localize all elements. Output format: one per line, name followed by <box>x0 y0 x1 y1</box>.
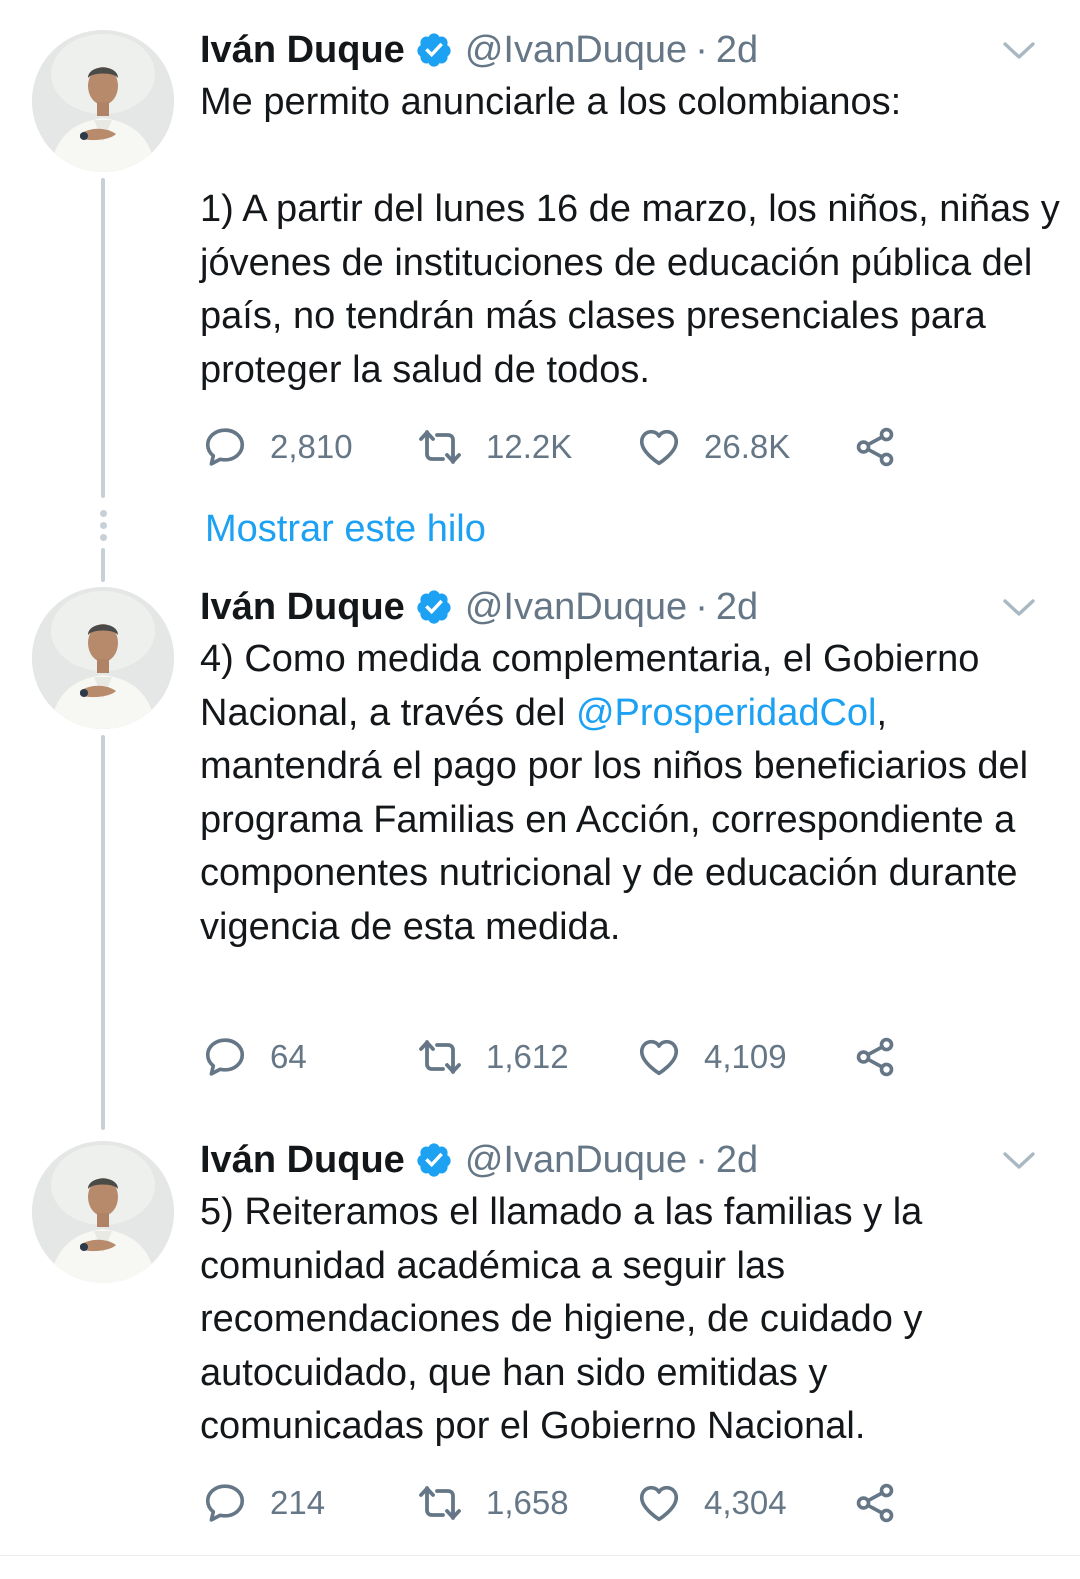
retweet-count: 1,612 <box>486 1038 569 1075</box>
reply-button[interactable]: 214 <box>202 1478 325 1528</box>
reply-button[interactable]: 2,810 <box>202 422 353 472</box>
avatar[interactable] <box>32 1141 174 1283</box>
heart-icon <box>636 1034 682 1080</box>
retweet-count: 12.2K <box>486 428 573 465</box>
chevron-down-icon[interactable] <box>1002 40 1036 62</box>
reply-button[interactable]: 64 <box>202 1032 307 1082</box>
share-icon <box>852 1480 898 1526</box>
author-handle[interactable]: @IvanDuque <box>465 26 687 74</box>
like-button[interactable]: 26.8K <box>636 422 790 472</box>
tweet-text-line: Me permito anunciarle a los colombianos: <box>200 81 902 123</box>
retweet-button[interactable]: 1,658 <box>416 1478 569 1528</box>
retweet-button[interactable]: 12.2K <box>416 422 572 472</box>
tweet-text-line: 1) A partir del lunes 16 de marzo, los n… <box>200 188 1060 391</box>
profile-photo <box>32 587 174 729</box>
share-button[interactable] <box>852 1032 898 1082</box>
author-name[interactable]: Iván Duque <box>200 26 405 74</box>
thread-gap-dots <box>99 510 107 542</box>
retweet-count: 1,658 <box>486 1484 569 1521</box>
reply-count: 214 <box>270 1484 326 1521</box>
tweet-actions: 64 1,612 4,109 <box>200 1032 920 1082</box>
tweet-text: 5) Reiteramos el llamado a las familias … <box>200 1186 1060 1454</box>
like-button[interactable]: 4,109 <box>636 1032 787 1082</box>
separator-dot: · <box>695 29 708 71</box>
show-thread-link[interactable]: Mostrar este hilo <box>205 505 486 553</box>
tweet-actions: 2,810 12.2K 26.8K <box>200 422 920 472</box>
retweet-button[interactable]: 1,612 <box>416 1032 569 1082</box>
separator-dot: · <box>695 1139 708 1181</box>
tweet-timestamp[interactable]: 2d <box>716 583 758 631</box>
avatar[interactable] <box>32 30 174 172</box>
profile-photo <box>32 30 174 172</box>
tweet-text: 4) Como medida complementaria, el Gobier… <box>200 633 1060 954</box>
author-name[interactable]: Iván Duque <box>200 583 405 631</box>
verified-badge-icon <box>415 31 453 69</box>
tweet-timestamp[interactable]: 2d <box>716 1136 758 1184</box>
chevron-down-icon[interactable] <box>1002 1150 1036 1172</box>
reply-icon <box>202 1480 248 1526</box>
separator-dot: · <box>695 586 708 628</box>
like-count: 4,109 <box>704 1038 787 1075</box>
retweet-icon <box>416 1479 464 1527</box>
tweet-actions: 214 1,658 4,304 <box>200 1478 920 1528</box>
verified-badge-icon <box>415 588 453 626</box>
tweet-text: Me permito anunciarle a los colombianos:… <box>200 76 1060 397</box>
heart-icon <box>636 424 682 470</box>
heart-icon <box>636 1480 682 1526</box>
author-handle[interactable]: @IvanDuque <box>465 583 687 631</box>
retweet-icon <box>416 1033 464 1081</box>
thread-connector-line <box>101 735 105 1130</box>
reply-icon <box>202 424 248 470</box>
tweet-header: Iván Duque @IvanDuque · 2d <box>200 583 758 631</box>
verified-badge-icon <box>415 1141 453 1179</box>
tweet-header: Iván Duque @IvanDuque · 2d <box>200 26 758 74</box>
share-icon <box>852 1034 898 1080</box>
mention-link[interactable]: @ProsperidadCol <box>576 692 877 734</box>
retweet-icon <box>416 423 464 471</box>
share-button[interactable] <box>852 1478 898 1528</box>
like-count: 26.8K <box>704 428 791 465</box>
tweet-text-paragraph: 5) Reiteramos el llamado a las familias … <box>200 1191 923 1447</box>
share-button[interactable] <box>852 422 898 472</box>
tweet-text-paragraph: 4) Como medida complementaria, el Gobier… <box>200 633 1060 954</box>
like-count: 4,304 <box>704 1484 787 1521</box>
author-name[interactable]: Iván Duque <box>200 1136 405 1184</box>
reply-icon <box>202 1034 248 1080</box>
author-handle[interactable]: @IvanDuque <box>465 1136 687 1184</box>
avatar[interactable] <box>32 587 174 729</box>
share-icon <box>852 424 898 470</box>
like-button[interactable]: 4,304 <box>636 1478 787 1528</box>
tweet-timestamp[interactable]: 2d <box>716 26 758 74</box>
chevron-down-icon[interactable] <box>1002 597 1036 619</box>
tweet-header: Iván Duque @IvanDuque · 2d <box>200 1136 758 1184</box>
divider <box>0 1555 1080 1556</box>
tweet-thread: Iván Duque @IvanDuque · 2d Me permito an… <box>0 0 1080 1579</box>
profile-photo <box>32 1141 174 1283</box>
reply-count: 2,810 <box>270 428 353 465</box>
reply-count: 64 <box>270 1038 307 1075</box>
thread-connector-line <box>101 548 105 582</box>
thread-connector-line <box>101 178 105 498</box>
